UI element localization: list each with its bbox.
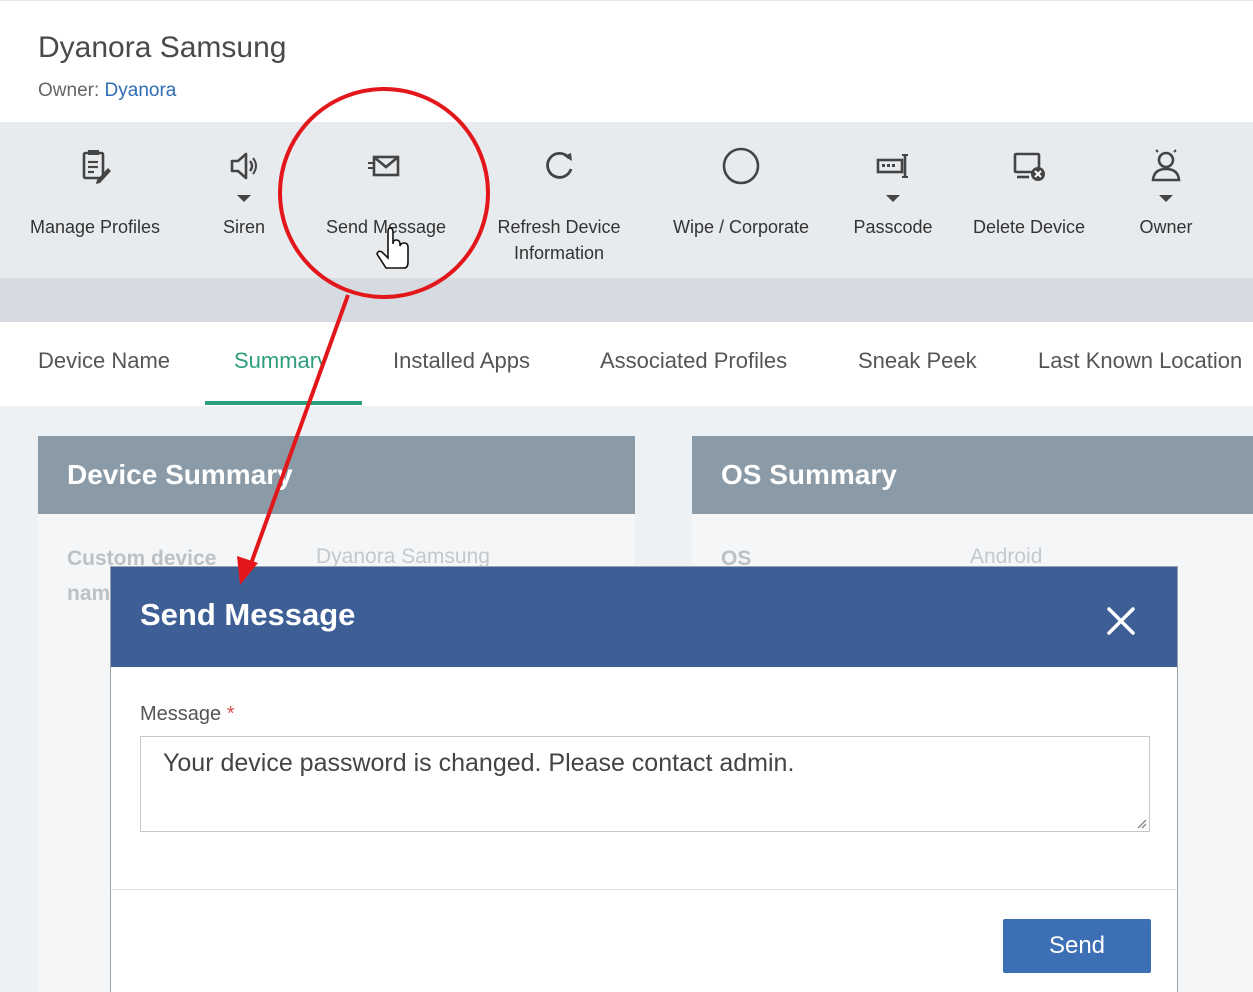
dialog-title: Send Message: [140, 597, 356, 632]
send-message-label: Send Message: [325, 217, 447, 237]
device-header: Dyanora Samsung Owner: Dyanora: [0, 0, 1253, 122]
toolbar-divider-strip: [0, 278, 1253, 322]
user-icon: [1151, 149, 1181, 182]
dialog-footer-divider: [111, 889, 1177, 890]
envelope-icon: [368, 155, 400, 177]
owner-button[interactable]: Owner: [1130, 122, 1202, 278]
manage-profiles-button[interactable]: Manage Profiles: [22, 122, 168, 278]
send-message-dialog: Send Message Message * Your device passw…: [110, 566, 1178, 992]
manage-profiles-label: Manage Profiles: [29, 217, 161, 237]
wipe-corporate-button[interactable]: Wipe / Corporate: [658, 122, 824, 278]
message-label-text: Message: [140, 703, 222, 725]
send-message-button[interactable]: Send Message: [306, 122, 466, 278]
tab-summary[interactable]: Summary: [234, 348, 328, 374]
device-summary-header: Device Summary: [38, 436, 635, 514]
required-asterisk: *: [226, 703, 235, 725]
refresh-device-information-label: Refresh Device Information: [497, 217, 621, 263]
passcode-button[interactable]: Passcode: [842, 122, 944, 278]
clipboard-edit-icon: [82, 150, 111, 184]
speaker-icon: [230, 152, 257, 180]
resize-handle-icon[interactable]: [1135, 817, 1147, 829]
device-details-page: Dyanora Samsung Owner: Dyanora Manage Pr…: [0, 0, 1253, 992]
circle-icon: [722, 147, 760, 185]
wipe-corporate-label: Wipe / Corporate: [672, 217, 810, 237]
owner-dropdown-caret: [1159, 195, 1173, 202]
device-delete-icon: [1013, 152, 1045, 181]
custom-device-name-label-line2: nam: [67, 582, 111, 605]
tab-device-name[interactable]: Device Name: [38, 348, 170, 374]
owner-label: Owner:: [38, 80, 100, 101]
dialog-header: Send Message: [111, 567, 1177, 667]
refresh-icon: [546, 152, 573, 179]
tab-associated-profiles[interactable]: Associated Profiles: [600, 348, 787, 374]
owner-line: Owner: Dyanora: [38, 80, 176, 102]
siren-dropdown-caret: [237, 195, 251, 202]
send-button[interactable]: Send: [1003, 919, 1151, 973]
device-toolbar: Manage Profiles Siren Send Message Refre…: [0, 122, 1253, 278]
close-icon[interactable]: [1103, 603, 1139, 639]
page-title: Dyanora Samsung: [38, 31, 287, 64]
tab-sneak-peek[interactable]: Sneak Peek: [858, 348, 977, 374]
active-tab-indicator: [205, 401, 362, 405]
device-tabs: Device Name Summary Installed Apps Assoc…: [0, 322, 1253, 406]
delete-device-label: Delete Device: [972, 217, 1086, 237]
message-textarea[interactable]: Your device password is changed. Please …: [140, 736, 1150, 832]
siren-button[interactable]: Siren: [206, 122, 282, 278]
tab-installed-apps[interactable]: Installed Apps: [393, 348, 530, 374]
refresh-device-information-button[interactable]: Refresh Device Information: [478, 122, 640, 278]
passcode-icon: [876, 154, 908, 178]
passcode-dropdown-caret: [886, 195, 900, 202]
delete-device-button[interactable]: Delete Device: [962, 122, 1096, 278]
siren-label: Siren: [222, 217, 266, 237]
owner-label-text: Owner: [1139, 217, 1193, 237]
message-field-label: Message *: [140, 703, 235, 726]
os-summary-header: OS Summary: [692, 436, 1253, 514]
owner-link[interactable]: Dyanora: [105, 80, 177, 101]
tab-last-known-location[interactable]: Last Known Location: [1038, 348, 1242, 374]
passcode-label: Passcode: [853, 217, 933, 237]
